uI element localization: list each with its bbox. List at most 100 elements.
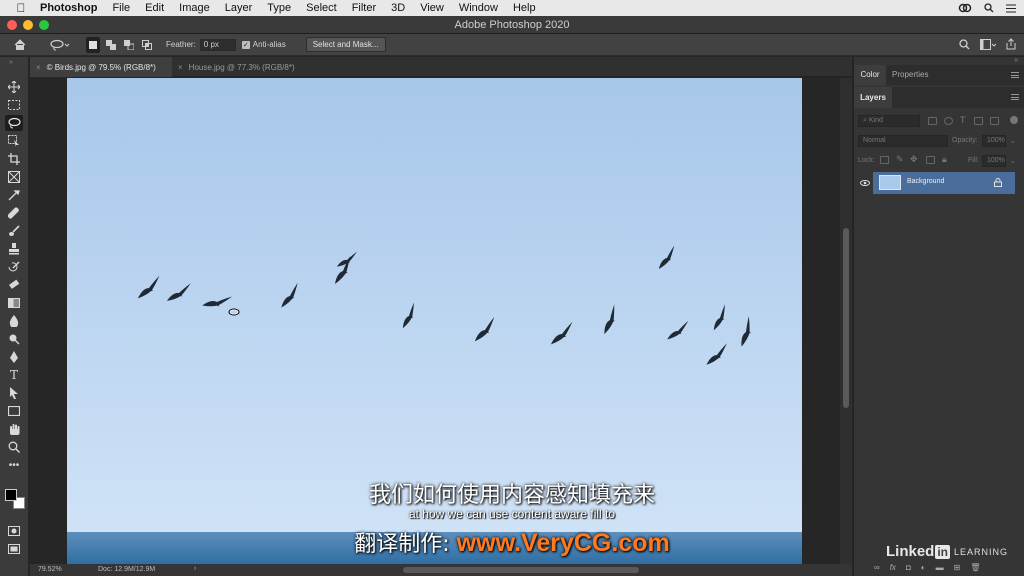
share-icon[interactable] [1006,38,1016,50]
close-tab-icon[interactable]: × [36,63,41,72]
clone-stamp-tool[interactable] [5,241,23,257]
menu-window[interactable]: Window [459,2,498,14]
intersect-selection-button[interactable] [140,37,154,53]
link-layers-icon[interactable]: ∞ [874,563,880,572]
filter-search-icon: ⌕ [863,117,867,124]
new-group-icon[interactable]: ▬ [936,563,944,572]
options-right-icons [959,38,1016,50]
tab-color[interactable]: Color [854,65,886,85]
move-tool[interactable] [5,79,23,95]
menu-help[interactable]: Help [513,2,536,14]
menu-image[interactable]: Image [179,2,210,14]
new-selection-button[interactable] [86,36,100,53]
home-button[interactable] [12,37,28,53]
control-center-icon[interactable] [1006,4,1016,13]
doc-size[interactable]: Doc: 12.9M/12.9M [98,566,155,573]
lock-all-icon[interactable]: 🔒︎ [942,154,947,165]
healing-brush-tool[interactable] [5,205,23,221]
pen-tool[interactable] [5,349,23,365]
search-icon[interactable] [984,3,994,13]
type-tool[interactable]: T [5,367,23,383]
select-and-mask-button[interactable]: Select and Mask... [305,37,386,52]
blend-mode-select[interactable]: Normal [858,135,948,147]
layer-style-icon[interactable]: fx [890,563,896,572]
new-layer-icon[interactable]: ⊞ [954,563,961,572]
workspace-icon[interactable] [980,38,996,50]
stamp-icon [9,243,19,255]
menu-select[interactable]: Select [306,2,337,14]
object-selection-tool[interactable] [5,133,23,149]
scroll-thumb[interactable] [843,228,849,408]
hand-tool[interactable] [5,421,23,437]
menu-filter[interactable]: Filter [352,2,376,14]
filter-adjustment-icon[interactable] [944,117,953,125]
lock-artboard-icon[interactable] [926,156,935,164]
menu-type[interactable]: Type [267,2,291,14]
lock-position-icon[interactable]: ✥ [910,154,918,165]
menu-file[interactable]: File [112,2,130,14]
brush-tool[interactable] [5,223,23,239]
visibility-eye-icon[interactable] [860,180,870,186]
crop-tool[interactable] [5,151,23,167]
lock-pixels-icon[interactable]: ✎ [896,154,904,165]
add-mask-icon[interactable]: ◘ [906,563,911,572]
zoom-level[interactable]: 79.52% [38,566,62,573]
add-to-selection-button[interactable] [104,37,118,53]
gradient-tool[interactable] [5,295,23,311]
opacity-dropdown-icon[interactable]: ⌄ [1010,137,1016,145]
filter-smart-object-icon[interactable] [990,117,999,125]
filter-shape-icon[interactable] [974,117,983,125]
subtitle-chinese: 我们如何使用内容感知填充来 [368,483,655,508]
dodge-tool[interactable] [5,331,23,347]
lock-transparent-icon[interactable] [880,156,889,164]
marquee-tool[interactable] [5,97,23,113]
frame-tool[interactable] [5,169,23,185]
menu-3d[interactable]: 3D [391,2,405,14]
lasso-preset-picker[interactable] [48,37,72,53]
filter-toggle[interactable] [1010,116,1018,124]
tab-house[interactable]: × House.jpg @ 77.3% (RGB/8*) [172,57,312,77]
antialias-checkbox[interactable]: ✓ Anti-alias [241,40,286,49]
menu-view[interactable]: View [420,2,444,14]
add-selection-icon [106,39,116,50]
antialias-label: Anti-alias [252,40,286,49]
history-brush-tool[interactable] [5,259,23,275]
hand-icon [9,424,19,435]
eraser-tool[interactable] [5,277,23,293]
creative-cloud-icon[interactable] [958,3,972,13]
more-tools-button[interactable]: ••• [5,457,23,473]
feather-input[interactable] [199,38,236,51]
subtract-selection-button[interactable] [122,37,136,53]
close-tab-icon[interactable]: × [178,63,183,72]
path-selection-tool[interactable] [5,385,23,401]
lasso-tool[interactable] [5,115,23,131]
blur-tool[interactable] [5,313,23,329]
tab-birds[interactable]: × © Birds.jpg @ 79.5% (RGB/8*) [30,57,172,77]
layer-row-background[interactable]: Background [854,172,1024,194]
tab-layers[interactable]: Layers [854,87,892,108]
kind-filter-select[interactable]: ⌕ Kind [858,115,920,127]
delete-layer-icon[interactable]: 🗑︎ [970,563,980,572]
filter-type-icon[interactable]: T [960,115,966,125]
adjustment-layer-icon[interactable]: ◐ [921,563,926,572]
zoom-tool[interactable] [5,439,23,455]
status-arrow-icon[interactable]: › [194,565,196,572]
rectangle-tool[interactable] [5,403,23,419]
menu-layer[interactable]: Layer [225,2,253,14]
fill-field[interactable]: 100% [982,155,1006,167]
horizontal-scroll-thumb[interactable] [403,567,639,573]
tab-properties[interactable]: Properties [892,65,928,85]
opacity-field[interactable]: 100% [982,135,1006,147]
menu-app-name[interactable]: Photoshop [40,2,97,14]
layers-menu-icon[interactable] [1011,94,1019,100]
panel-menu-icon[interactable] [1011,72,1019,78]
eyedropper-tool[interactable] [5,187,23,203]
collapse-chevron-icon[interactable]: » [9,59,13,66]
apple-icon[interactable]:  [14,1,28,15]
layer-name[interactable]: Background [907,178,944,185]
collapse-panels-icon[interactable]: « [1014,57,1018,64]
menu-edit[interactable]: Edit [145,2,164,14]
fill-dropdown-icon[interactable]: ⌄ [1010,157,1016,165]
filter-pixel-icon[interactable] [928,117,937,125]
search-icon[interactable] [959,38,970,50]
